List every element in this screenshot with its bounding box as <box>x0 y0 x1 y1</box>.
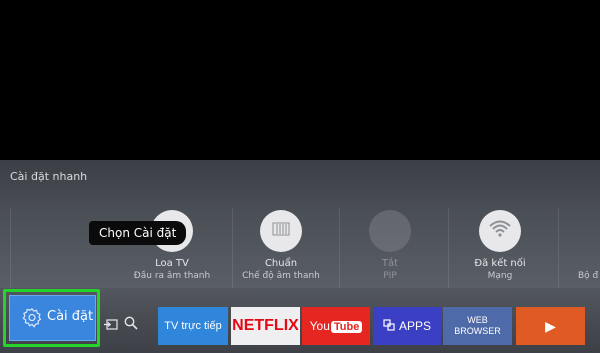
quick-setting-pip[interactable]: Tắt PIP <box>345 210 435 290</box>
apps-icon <box>383 318 395 334</box>
play-icon: ▶ <box>545 317 556 334</box>
apps-tile[interactable]: APPS <box>373 307 441 345</box>
smart-hub-bar: Cài đặt TV trực tiếp NETFLIX You Tube AP… <box>0 288 600 353</box>
settings-button[interactable]: Cài đặt <box>9 295 96 341</box>
divider <box>232 208 233 288</box>
browser-label: BROWSER <box>454 326 501 336</box>
quick-setting-sublabel: PIP <box>383 271 397 281</box>
divider <box>339 208 340 288</box>
youtube-logo: You Tube <box>310 317 363 335</box>
quick-setting-sublabel: Đầu ra âm thanh <box>133 271 211 281</box>
quick-setting-circle <box>369 210 411 252</box>
quick-setting-label: Loa TV <box>155 258 189 269</box>
play-tile[interactable]: ▶ <box>516 307 585 345</box>
quick-setting-sublabel: Bộ đ <box>578 271 599 281</box>
quick-settings-title: Cài đặt nhanh <box>10 170 88 183</box>
sound-mode-icon <box>272 221 290 241</box>
quick-setting-label: Đã kết nối <box>474 258 526 269</box>
live-tv-label: TV trực tiếp <box>164 320 222 332</box>
quick-setting-network[interactable]: Đã kết nối Mạng <box>455 210 545 290</box>
youtube-you: You <box>309 319 330 333</box>
quick-setting-circle <box>479 210 521 252</box>
settings-label: Cài đặt <box>47 309 94 324</box>
quick-setting-label: Tắt <box>381 258 399 269</box>
quick-setting-timer[interactable]: Bộ đ <box>560 210 600 290</box>
quick-setting-sound-mode[interactable]: Chuẩn Chế độ âm thanh <box>236 210 326 290</box>
divider <box>10 208 11 288</box>
divider <box>448 208 449 288</box>
wifi-icon <box>489 220 511 242</box>
divider <box>558 208 559 288</box>
quick-settings-panel: Cài đặt nhanh Loa TV Đầu ra âm thanh Chu… <box>0 160 600 288</box>
quick-setting-sublabel: Mạng <box>487 271 513 281</box>
youtube-tube: Tube <box>330 321 363 333</box>
youtube-tile[interactable]: You Tube <box>302 307 370 345</box>
select-settings-tooltip: Chọn Cài đặt <box>89 221 187 245</box>
search-icon[interactable] <box>124 315 138 334</box>
source-icon[interactable] <box>104 316 118 335</box>
web-label: WEB <box>467 315 488 325</box>
video-area <box>0 0 600 160</box>
gear-icon <box>21 307 43 333</box>
apps-label: APPS <box>398 319 431 333</box>
web-browser-tile[interactable]: WEB BROWSER <box>443 307 512 345</box>
netflix-logo: NETFLIX <box>232 317 299 334</box>
quick-setting-sublabel: Chế độ âm thanh <box>242 271 320 281</box>
tv-screen: Cài đặt nhanh Loa TV Đầu ra âm thanh Chu… <box>0 0 600 353</box>
netflix-tile[interactable]: NETFLIX <box>231 307 300 345</box>
quick-setting-label: Chuẩn <box>264 258 298 269</box>
live-tv-tile[interactable]: TV trực tiếp <box>158 307 228 345</box>
quick-setting-circle <box>260 210 302 252</box>
